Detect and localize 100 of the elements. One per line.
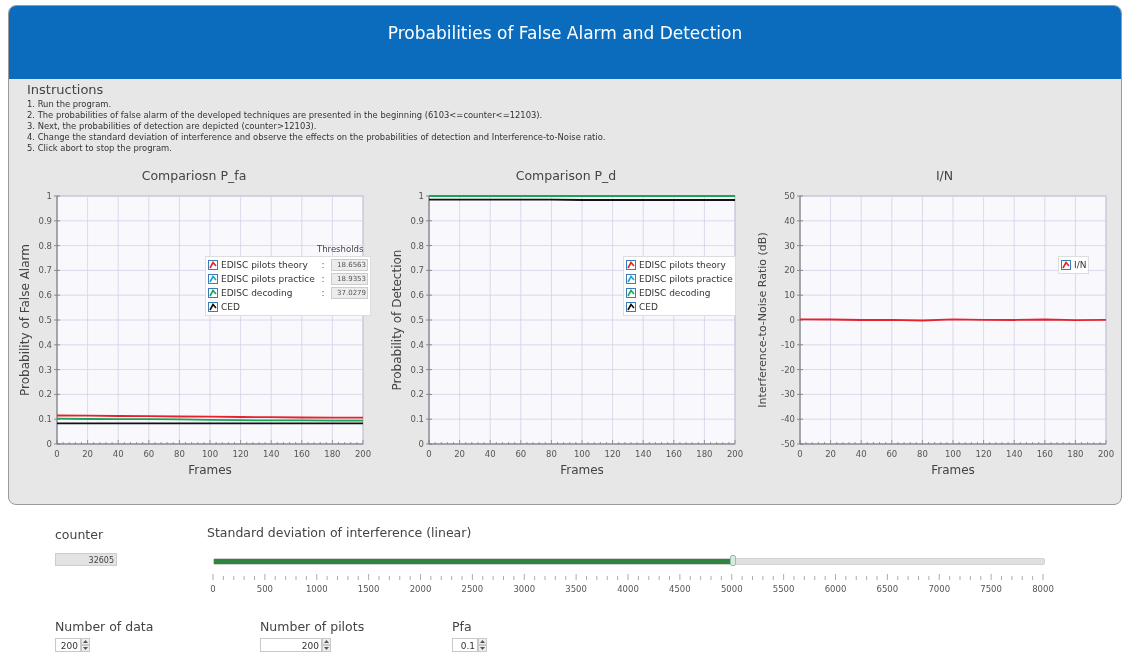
scale-label: 5000 — [720, 584, 743, 594]
y-tick-label: -20 — [781, 364, 795, 375]
x-tick-label: 200 — [354, 449, 372, 459]
x-tick-label: 40 — [112, 449, 124, 459]
scale-label: 7000 — [928, 584, 951, 594]
y-tick-label: 0.9 — [38, 215, 52, 226]
x-tick-label: 80 — [174, 449, 185, 459]
x-tick-label: 140 — [635, 449, 652, 459]
y-tick-label: 1 — [418, 191, 424, 201]
y-tick-label: -30 — [781, 389, 795, 400]
series-line-icon[interactable] — [208, 302, 218, 312]
x-tick-label: 180 — [1067, 449, 1084, 459]
y-axis-title: Probability of Detection — [390, 249, 404, 391]
numeric-label: Number of pilots — [260, 619, 365, 634]
y-tick-label: 0.7 — [410, 265, 424, 276]
x-tick-label: 100 — [573, 449, 591, 459]
y-tick-label: 0.6 — [410, 290, 424, 301]
scale-label: 7500 — [980, 584, 1002, 594]
numeric-field[interactable]: 0.1 — [452, 638, 478, 652]
legend-label: EDISC decoding — [639, 288, 711, 298]
y-tick-label: 0 — [789, 315, 795, 325]
instruction-step: 2. The probabilities of false alarm of the developed techniques are presented in the beginning (6103<=counter<=12103). — [27, 110, 1121, 121]
slider-label: Standard deviation of interference (linear) — [207, 525, 472, 540]
scale-label: 3000 — [513, 584, 536, 594]
x-tick-label: 120 — [232, 449, 249, 459]
legend-label: EDISC pilots theory — [639, 260, 726, 270]
scale-label: 2000 — [409, 584, 432, 594]
y-tick-label: 0.7 — [38, 265, 52, 276]
x-tick-label: 140 — [1006, 449, 1023, 459]
decrement-button[interactable] — [322, 645, 331, 652]
y-tick-label: -40 — [781, 414, 795, 425]
numeric-field[interactable]: 200 — [55, 638, 81, 652]
scale-label: 500 — [256, 584, 273, 594]
chart-title: Compariosn P_fa — [141, 168, 247, 183]
y-tick-label: -10 — [781, 339, 795, 350]
y-tick-label: 0.1 — [410, 414, 424, 425]
y-tick-label: 0.5 — [38, 315, 52, 325]
numeric-field[interactable]: 200 — [260, 638, 322, 652]
x-axis-title: Frames — [188, 463, 232, 477]
x-axis-title: Frames — [931, 463, 975, 477]
scale-label: 1000 — [305, 584, 328, 594]
y-axis-title: Interference-to-Noise Ratio (dB) — [756, 232, 769, 408]
scale-label: 4000 — [617, 584, 639, 594]
x-tick-label: 0 — [797, 449, 803, 459]
counter-indicator: 32605 — [55, 553, 117, 566]
colon-separator: : — [320, 260, 326, 270]
x-tick-label: 20 — [82, 449, 93, 459]
legend-label: EDISC pilots practice — [639, 274, 733, 284]
decrement-button[interactable] — [81, 645, 90, 652]
x-tick-label: 80 — [917, 449, 928, 459]
y-tick-label: 1 — [46, 191, 52, 201]
y-tick-label: 50 — [784, 191, 795, 201]
slider-track[interactable] — [213, 558, 1045, 565]
y-tick-label: 10 — [784, 290, 795, 301]
scale-label: 1500 — [357, 584, 380, 594]
y-axis-title: Probability of False Alarm — [18, 244, 32, 396]
y-tick-label: 0.4 — [410, 339, 424, 350]
scale-label: 3500 — [565, 584, 587, 594]
y-tick-label: -50 — [781, 439, 795, 449]
x-tick-label: 160 — [293, 449, 310, 459]
y-tick-label: 0.5 — [410, 315, 424, 325]
y-tick-label: 0.4 — [38, 339, 52, 350]
y-tick-label: 0.8 — [38, 240, 52, 251]
numeric-label: Pfa — [452, 619, 472, 634]
y-tick-label: 0.3 — [410, 364, 424, 375]
x-tick-label: 100 — [944, 449, 962, 459]
y-tick-label: 40 — [784, 215, 795, 226]
x-tick-label: 140 — [263, 449, 280, 459]
decrement-button[interactable] — [478, 645, 487, 652]
x-tick-label: 100 — [201, 449, 219, 459]
scale-label: 8000 — [1032, 584, 1054, 594]
y-tick-label: 0.1 — [38, 414, 52, 425]
y-tick-label: 0.2 — [38, 389, 52, 400]
x-tick-label: 160 — [1036, 449, 1053, 459]
y-tick-label: 20 — [784, 265, 795, 276]
x-tick-label: 80 — [546, 449, 557, 459]
scale-label: 5500 — [772, 584, 795, 594]
instruction-step: 4. Change the standard deviation of interference and observe the effects on the probabilities of detection and Interference-to-Noise ratio. — [27, 132, 1121, 143]
y-tick-label: 0.2 — [410, 389, 424, 400]
x-tick-label: 200 — [726, 449, 744, 459]
window-title: Probabilities of False Alarm and Detection — [387, 23, 743, 43]
x-tick-label: 40 — [855, 449, 867, 459]
y-tick-label: 0.6 — [38, 290, 52, 301]
x-tick-label: 60 — [886, 449, 898, 459]
y-tick-label: 0.3 — [38, 364, 52, 375]
slider-thumb[interactable] — [729, 555, 736, 566]
x-tick-label: 200 — [1097, 449, 1115, 459]
x-tick-label: 60 — [515, 449, 527, 459]
thresholds-label: Thresholds — [317, 244, 364, 254]
x-tick-label: 0 — [426, 449, 432, 459]
series-line-icon[interactable] — [626, 302, 636, 312]
instructions-heading: Instructions — [27, 82, 105, 97]
colon-separator: : — [320, 274, 326, 284]
scale-label: 4500 — [669, 584, 691, 594]
legend-label: EDISC pilots practice — [221, 274, 315, 284]
y-tick-label: 0.9 — [410, 215, 424, 226]
scale-label: 6500 — [876, 584, 899, 594]
x-tick-label: 160 — [665, 449, 682, 459]
x-tick-label: 180 — [696, 449, 713, 459]
x-tick-label: 120 — [604, 449, 621, 459]
